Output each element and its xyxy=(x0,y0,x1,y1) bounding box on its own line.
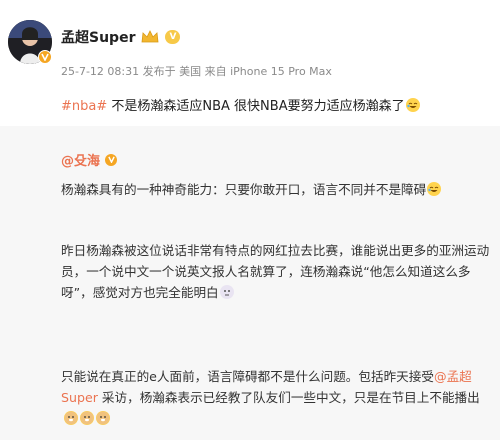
doge-emoji-icon xyxy=(96,411,110,425)
thinking-emoji-icon xyxy=(219,285,234,299)
repost-paragraph-3: 只能说在真正的e人面前，语言障碍都不是什么问题。包括昨天接受@孟超Super 采… xyxy=(61,366,491,429)
post-text: #nba# 不是杨瀚森适应NBA 很快NBA要努力适应杨瀚森了 xyxy=(61,95,420,114)
repost-paragraph-1-text: 杨瀚森具有的一种神奇能力：只要你敢开口，语言不同并不是障碍 xyxy=(61,182,427,197)
hashtag-link[interactable]: #nba# xyxy=(61,99,107,114)
laugh-cry-emoji-icon xyxy=(405,98,420,112)
repost-paragraph-2-text: 昨日杨瀚森被这位说话非常有特点的网红拉去比赛，谁能说出更多的亚洲运动员，一个说中… xyxy=(61,243,490,300)
verified-icon xyxy=(105,153,118,166)
doge-emoji-icon xyxy=(64,411,78,425)
post-body: 不是杨瀚森适应NBA 很快NBA要努力适应杨瀚森了 xyxy=(107,99,405,114)
laugh-cry-emoji-icon xyxy=(427,182,442,196)
repost-paragraph-1: 杨瀚森具有的一种神奇能力：只要你敢开口，语言不同并不是障碍 xyxy=(61,179,491,200)
level-badge: V xyxy=(165,30,181,44)
repost-author-name[interactable]: @殳海 xyxy=(61,150,100,169)
repost-paragraph-2: 昨日杨瀚森被这位说话非常有特点的网红拉去比赛，谁能说出更多的亚洲运动员，一个说中… xyxy=(61,240,491,303)
username-text[interactable]: 孟超Super xyxy=(61,27,135,47)
username[interactable]: 孟超Super V xyxy=(61,27,181,47)
verified-icon xyxy=(38,50,52,64)
crown-icon xyxy=(141,30,159,44)
post-header: 孟超Super V 25-7-12 08:31 发布于 美国 来自 iPhone… xyxy=(0,0,500,125)
repost-paragraph-3-text-a: 只能说在真正的e人面前，语言障碍都不是什么问题。包括昨天接受 xyxy=(61,369,434,384)
repost-author[interactable]: @殳海 xyxy=(61,150,118,169)
post-meta: 25-7-12 08:31 发布于 美国 来自 iPhone 15 Pro Ma… xyxy=(61,65,332,78)
repost-card[interactable]: @殳海 杨瀚森具有的一种神奇能力：只要你敢开口，语言不同并不是障碍 昨日杨瀚森被… xyxy=(0,126,500,440)
repost-paragraph-3-text-b: 采访，杨瀚森表示已经教了队友们一些中文，只是在节目上不能播出 xyxy=(97,390,480,405)
doge-emoji-icon xyxy=(80,411,94,425)
